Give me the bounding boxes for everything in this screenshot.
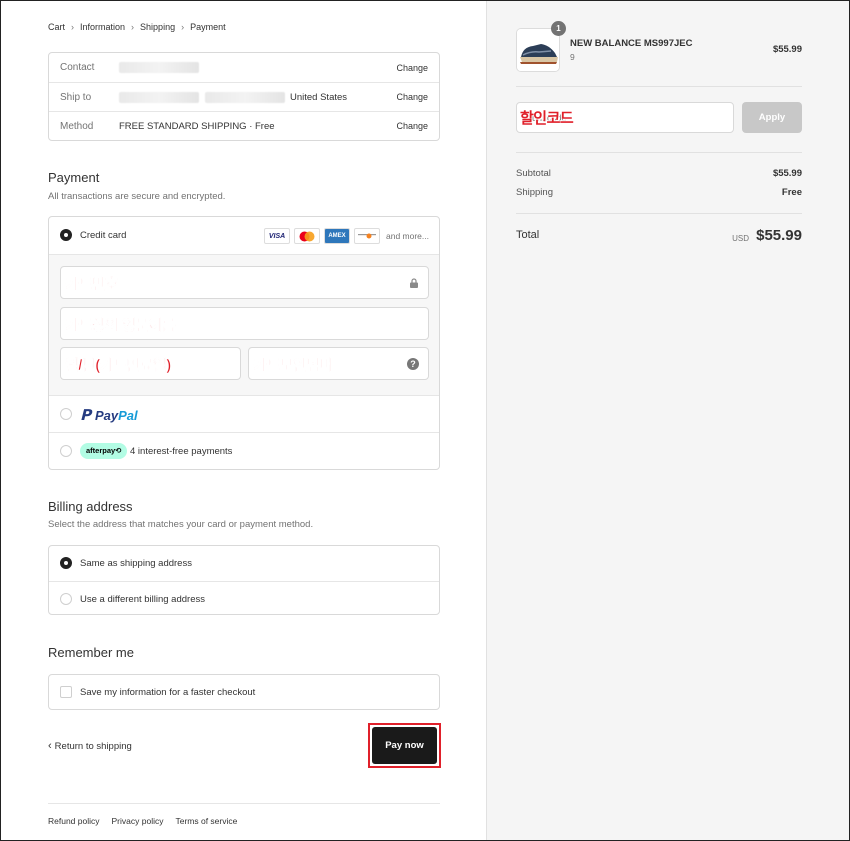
window-frame (0, 0, 850, 841)
